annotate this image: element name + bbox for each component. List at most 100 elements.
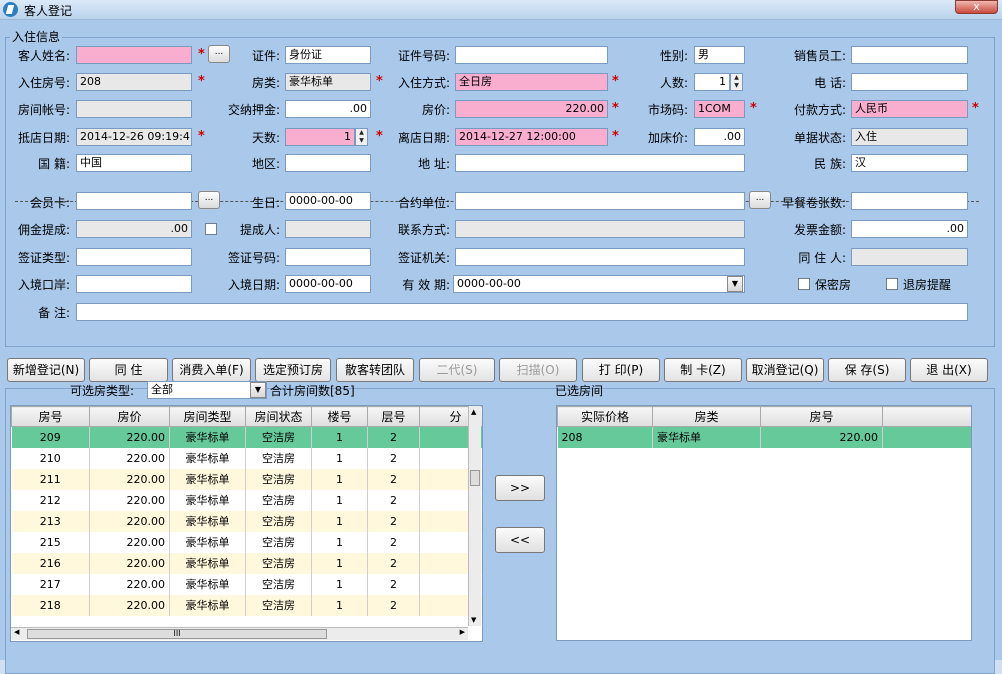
table-row[interactable]: 218 220.00 豪华标单 空洁房 1 2 <box>11 594 482 616</box>
table-row[interactable]: 213 220.00 豪华标单 空洁房 1 2 <box>11 510 482 532</box>
table-row[interactable]: 216 220.00 豪华标单 空洁房 1 2 <box>11 552 482 574</box>
contract-field[interactable] <box>455 192 745 210</box>
member-card-field[interactable] <box>76 192 192 210</box>
table-row[interactable]: 211 220.00 豪华标单 空洁房 1 2 <box>11 468 482 490</box>
to-group-button[interactable]: 散客转团队 <box>336 358 414 382</box>
room-type-filter-select[interactable]: 全部 <box>147 381 267 399</box>
cohabitant-field[interactable] <box>851 248 968 266</box>
persons-field[interactable]: 1 <box>694 73 730 91</box>
doc-status-field[interactable]: 入住 <box>851 128 968 146</box>
column-header[interactable]: 房价 <box>89 406 170 427</box>
scroll-up-icon[interactable]: ▲ <box>471 408 476 416</box>
ethnic-field[interactable]: 汉 <box>851 154 968 172</box>
id-card-reader-button[interactable]: 二代(S) <box>419 358 495 382</box>
id-number-field[interactable] <box>455 46 608 64</box>
member-lookup-button[interactable]: ... <box>198 191 220 209</box>
commission-checkbox[interactable] <box>205 223 217 235</box>
account-field[interactable] <box>76 100 192 118</box>
payment-field[interactable]: 人民币 <box>851 100 968 118</box>
table-row[interactable]: 217 220.00 豪华标单 空洁房 1 2 <box>11 573 482 595</box>
visa-type-field[interactable] <box>76 248 192 266</box>
visa-org-field[interactable] <box>455 248 745 266</box>
secret-room-checkbox[interactable] <box>798 278 810 290</box>
region-field[interactable] <box>285 154 371 172</box>
room-no-field[interactable]: 208 <box>76 73 192 91</box>
commissioner-field[interactable] <box>285 220 371 238</box>
guest-name-field[interactable] <box>76 46 192 64</box>
spin-up-icon[interactable]: ▲ <box>731 74 742 82</box>
port-field[interactable] <box>76 275 192 293</box>
commission-field[interactable]: .00 <box>76 220 192 238</box>
address-field[interactable] <box>455 154 745 172</box>
save-button[interactable]: 保 存(S) <box>828 358 906 382</box>
table-row[interactable]: 210 220.00 豪华标单 空洁房 1 2 <box>11 447 482 469</box>
spin-down-icon[interactable]: ▼ <box>731 82 742 90</box>
id-type-field[interactable]: 身份证 <box>285 46 371 64</box>
table-row[interactable]: 209 220.00 豪华标单 空洁房 1 2 <box>11 426 482 448</box>
spin-up-icon[interactable]: ▲ <box>356 129 367 137</box>
birthday-field[interactable]: 0000-00-00 <box>285 192 371 210</box>
scroll-left-icon[interactable]: ◀ <box>14 628 19 636</box>
chevron-down-icon[interactable]: ▼ <box>250 382 266 398</box>
remark-field[interactable] <box>76 303 968 321</box>
selected-rooms-table[interactable]: 实际价格 房类 房号 208 豪华标单 220.00 <box>556 405 972 641</box>
extra-bed-field[interactable]: .00 <box>694 128 745 146</box>
deposit-field[interactable]: .00 <box>285 100 371 118</box>
contract-lookup-button[interactable]: ... <box>749 191 771 209</box>
make-card-button[interactable]: 制 卡(Z) <box>664 358 742 382</box>
table-row[interactable]: 215 220.00 豪华标单 空洁房 1 2 <box>11 531 482 553</box>
column-header[interactable]: 房间类型 <box>169 406 246 427</box>
entry-date-field[interactable]: 0000-00-00 <box>285 275 371 293</box>
valid-dropdown-icon[interactable]: ▼ <box>727 276 743 292</box>
column-header[interactable]: 实际价格 <box>557 406 653 427</box>
select-reserved-room-button[interactable]: 选定预订房 <box>255 358 331 382</box>
column-header[interactable]: 层号 <box>367 406 420 427</box>
valid-field[interactable]: 0000-00-00 <box>453 275 745 293</box>
cancel-registration-button[interactable]: 取消登记(Q) <box>746 358 824 382</box>
new-registration-button[interactable]: 新增登记(N) <box>7 358 85 382</box>
column-header[interactable]: 房类 <box>652 406 761 427</box>
left-hscrollbar[interactable]: ◀ III ▶ <box>11 627 468 640</box>
price-field[interactable]: 220.00 <box>455 100 608 118</box>
days-spinner[interactable]: ▲ ▼ <box>355 128 368 146</box>
remove-room-button[interactable]: << <box>495 527 545 553</box>
left-vscrollbar[interactable]: ▲ ▼ <box>468 406 481 626</box>
visa-no-field[interactable] <box>285 248 371 266</box>
invoice-field[interactable]: .00 <box>851 220 968 238</box>
consume-entry-button[interactable]: 消费入单(F) <box>172 358 251 382</box>
exit-button[interactable]: 退 出(X) <box>910 358 988 382</box>
column-header[interactable]: 房间状态 <box>245 406 312 427</box>
co-stay-button[interactable]: 同 住 <box>89 358 168 382</box>
table-row[interactable]: 208 豪华标单 220.00 <box>557 426 971 448</box>
available-rooms-table[interactable]: 房号 房价 房间类型 房间状态 楼号 层号分 209 220.00 豪华标单 空洁房 1 2 210 2… <box>10 405 483 642</box>
scroll-thumb[interactable] <box>470 470 480 486</box>
gender-field[interactable]: 男 <box>694 46 745 64</box>
nationality-field[interactable]: 中国 <box>76 154 192 172</box>
table-row[interactable]: 212 220.00 豪华标单 空洁房 1 2 <box>11 489 482 511</box>
scroll-down-icon[interactable]: ▼ <box>471 616 476 624</box>
column-header[interactable]: 房号 <box>760 406 883 427</box>
phone-field[interactable] <box>851 73 968 91</box>
column-header[interactable]: 房号 <box>11 406 90 427</box>
spin-down-icon[interactable]: ▼ <box>356 137 367 145</box>
arrive-field[interactable]: 2014-12-26 09:19:41 <box>76 128 192 146</box>
checkout-remind-checkbox[interactable] <box>886 278 898 290</box>
print-button[interactable]: 打 印(P) <box>582 358 660 382</box>
scan-button[interactable]: 扫描(O) <box>499 358 577 382</box>
hscroll-thumb[interactable]: III <box>27 629 327 639</box>
contact-field[interactable] <box>455 220 745 238</box>
scroll-right-icon[interactable]: ▶ <box>460 628 465 636</box>
breakfast-field[interactable] <box>851 192 968 210</box>
guest-lookup-button[interactable]: ... <box>208 45 230 63</box>
room-type-field[interactable]: 豪华标单 <box>285 73 371 91</box>
column-header[interactable] <box>882 406 971 427</box>
market-field[interactable]: 1COM <box>694 100 745 118</box>
depart-field[interactable]: 2014-12-27 12:00:00 <box>455 128 608 146</box>
close-button[interactable]: x <box>955 0 998 14</box>
persons-spinner[interactable]: ▲ ▼ <box>730 73 743 91</box>
days-field[interactable]: 1 <box>285 128 355 146</box>
checkin-mode-field[interactable]: 全日房 <box>455 73 608 91</box>
column-header[interactable]: 楼号 <box>311 406 368 427</box>
add-room-button[interactable]: >> <box>495 475 545 501</box>
sales-field[interactable] <box>851 46 968 64</box>
